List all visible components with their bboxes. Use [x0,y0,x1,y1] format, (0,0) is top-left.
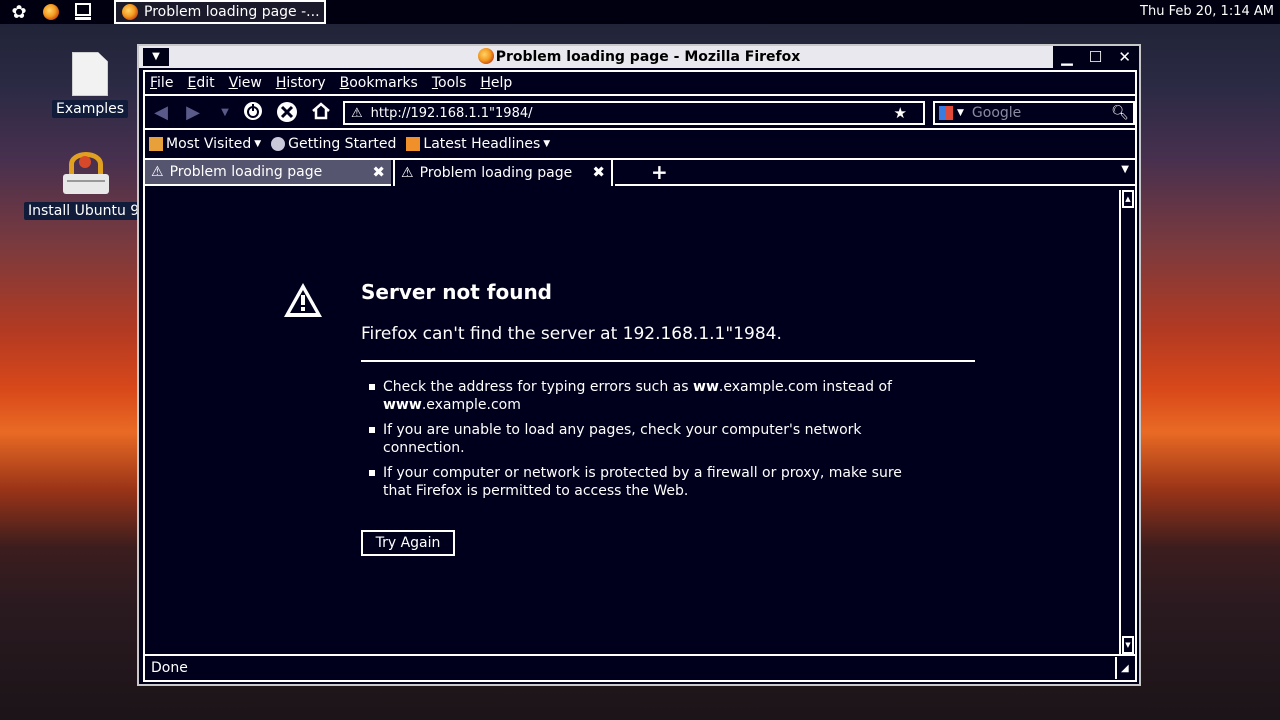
error-subtitle: Firefox can't find the server at 192.168… [361,324,782,344]
menu-bar: File Edit View History Bookmarks Tools H… [145,72,1135,96]
tab-problem-loading-1[interactable]: ⚠ Problem loading page ✖ [145,160,391,186]
tab-strip: ⚠ Problem loading page ✖ ⚠ Problem loadi… [145,160,1135,186]
firefox-icon [477,48,494,64]
tab-label: Problem loading page [419,165,573,181]
scroll-up-icon[interactable]: ▲ [1122,190,1134,208]
clock[interactable]: Thu Feb 20, 1:14 AM [1140,0,1276,24]
history-dropdown-icon[interactable]: ▼ [213,101,237,125]
url-text: http://192.168.1.1"1984/ [370,105,533,121]
desktop-icon-examples[interactable]: Examples [52,52,129,118]
window-controls: ▁ ☐ ✕ [1053,46,1139,68]
firefox-window: ▼ Problem loading page - Mozilla Firefox… [137,44,1141,686]
close-icon[interactable]: ✕ [1118,48,1131,66]
tab-label: Problem loading page [169,164,323,180]
search-placeholder: Google [971,105,1022,121]
warning-triangle-icon [284,283,322,317]
firefox-launcher-icon[interactable] [38,1,64,23]
desktop-icon-label: Install Ubuntu 9. [24,202,148,220]
menu-file[interactable]: File [150,75,173,91]
menu-tools[interactable]: Tools [432,75,467,91]
minimize-icon[interactable]: ▁ [1061,48,1073,66]
list-item: If you are unable to load any pages, che… [361,421,921,457]
list-item: Check the address for typing errors such… [361,378,921,414]
error-title: Server not found [361,280,552,304]
vertical-scrollbar[interactable]: ▲ ▼ [1119,190,1135,654]
navigation-toolbar: ◀ ▶ ▼ ⚠ http://192.168.1.1"1984/ ★ ▼ Goo… [145,96,1135,130]
bookmark-label: Most Visited [166,136,252,152]
close-tab-icon[interactable]: ✖ [372,163,385,181]
reload-icon[interactable] [241,101,265,125]
tab-list-dropdown-icon[interactable]: ▼ [1121,164,1129,175]
google-engine-icon[interactable] [939,106,953,120]
search-bar[interactable]: ▼ Google 🔍︎ [933,101,1135,125]
close-tab-icon[interactable]: ✖ [592,163,605,181]
menu-help[interactable]: Help [480,75,512,91]
gnome-foot-icon[interactable]: ✿ [6,1,32,23]
file-icon [72,52,109,96]
menu-edit[interactable]: Edit [187,75,214,91]
firefox-icon [122,4,138,20]
menu-bookmarks[interactable]: Bookmarks [340,75,418,91]
new-tab-plus-icon[interactable]: + [651,160,668,184]
chevron-down-icon: ▼ [543,139,551,149]
resize-grip-icon[interactable]: ◢ [1121,663,1129,674]
stop-icon[interactable] [275,101,299,125]
folder-icon [149,137,163,151]
status-text: Done [145,657,1117,679]
bookmarks-toolbar: Most Visited ▼ Getting Started Latest He… [145,130,1135,160]
list-item: If your computer or network is protected… [361,464,921,500]
status-bar: Done ◢ [145,654,1135,680]
maximize-icon[interactable]: ☐ [1089,48,1102,66]
menu-view[interactable]: View [229,75,262,91]
tab-problem-loading-2[interactable]: ⚠ Problem loading page ✖ [393,160,613,186]
page-content: Server not found Firefox can't find the … [145,190,1119,654]
bookmark-getting-started[interactable]: Getting Started [271,136,396,152]
desktop-icon-install-ubuntu[interactable]: Install Ubuntu 9. [24,150,148,220]
forward-arrow-icon[interactable]: ▶ [181,101,205,125]
try-again-button[interactable]: Try Again [361,530,455,556]
bookmark-label: Getting Started [288,136,397,152]
error-suggestions: Check the address for typing errors such… [361,378,921,507]
engine-dropdown-icon[interactable]: ▼ [957,108,964,118]
desktop-icon-label: Examples [52,100,129,118]
window-titlebar[interactable]: ▼ Problem loading page - Mozilla Firefox… [139,46,1139,68]
search-icon[interactable]: 🔍︎ [1111,105,1129,121]
url-bar[interactable]: ⚠ http://192.168.1.1"1984/ ★ [343,101,925,125]
computer-icon[interactable] [70,1,96,23]
bookmark-star-icon[interactable]: ★ [894,104,907,122]
installer-icon [61,150,111,200]
browser-frame: File Edit View History Bookmarks Tools H… [143,70,1137,682]
back-arrow-icon[interactable]: ◀ [149,101,173,125]
page-icon [271,137,286,151]
divider [361,360,975,362]
home-icon[interactable] [309,101,333,125]
rss-icon [406,137,421,151]
taskbar-button-label: Problem loading page -... [144,4,320,20]
chevron-down-icon: ▼ [254,139,262,149]
top-panel: ✿ Problem loading page -... Thu Feb 20, … [0,0,1280,24]
scroll-down-icon[interactable]: ▼ [1122,636,1134,654]
warning-icon: ⚠ [401,165,414,181]
warning-icon: ⚠ [351,105,363,121]
taskbar-firefox-button[interactable]: Problem loading page -... [114,0,326,24]
bookmark-latest-headlines[interactable]: Latest Headlines ▼ [406,136,550,152]
bookmark-most-visited[interactable]: Most Visited ▼ [149,136,261,152]
bookmark-label: Latest Headlines [423,136,541,152]
menu-history[interactable]: History [276,75,326,91]
window-title: Problem loading page - Mozilla Firefox [139,46,1139,68]
warning-icon: ⚠ [151,164,164,180]
